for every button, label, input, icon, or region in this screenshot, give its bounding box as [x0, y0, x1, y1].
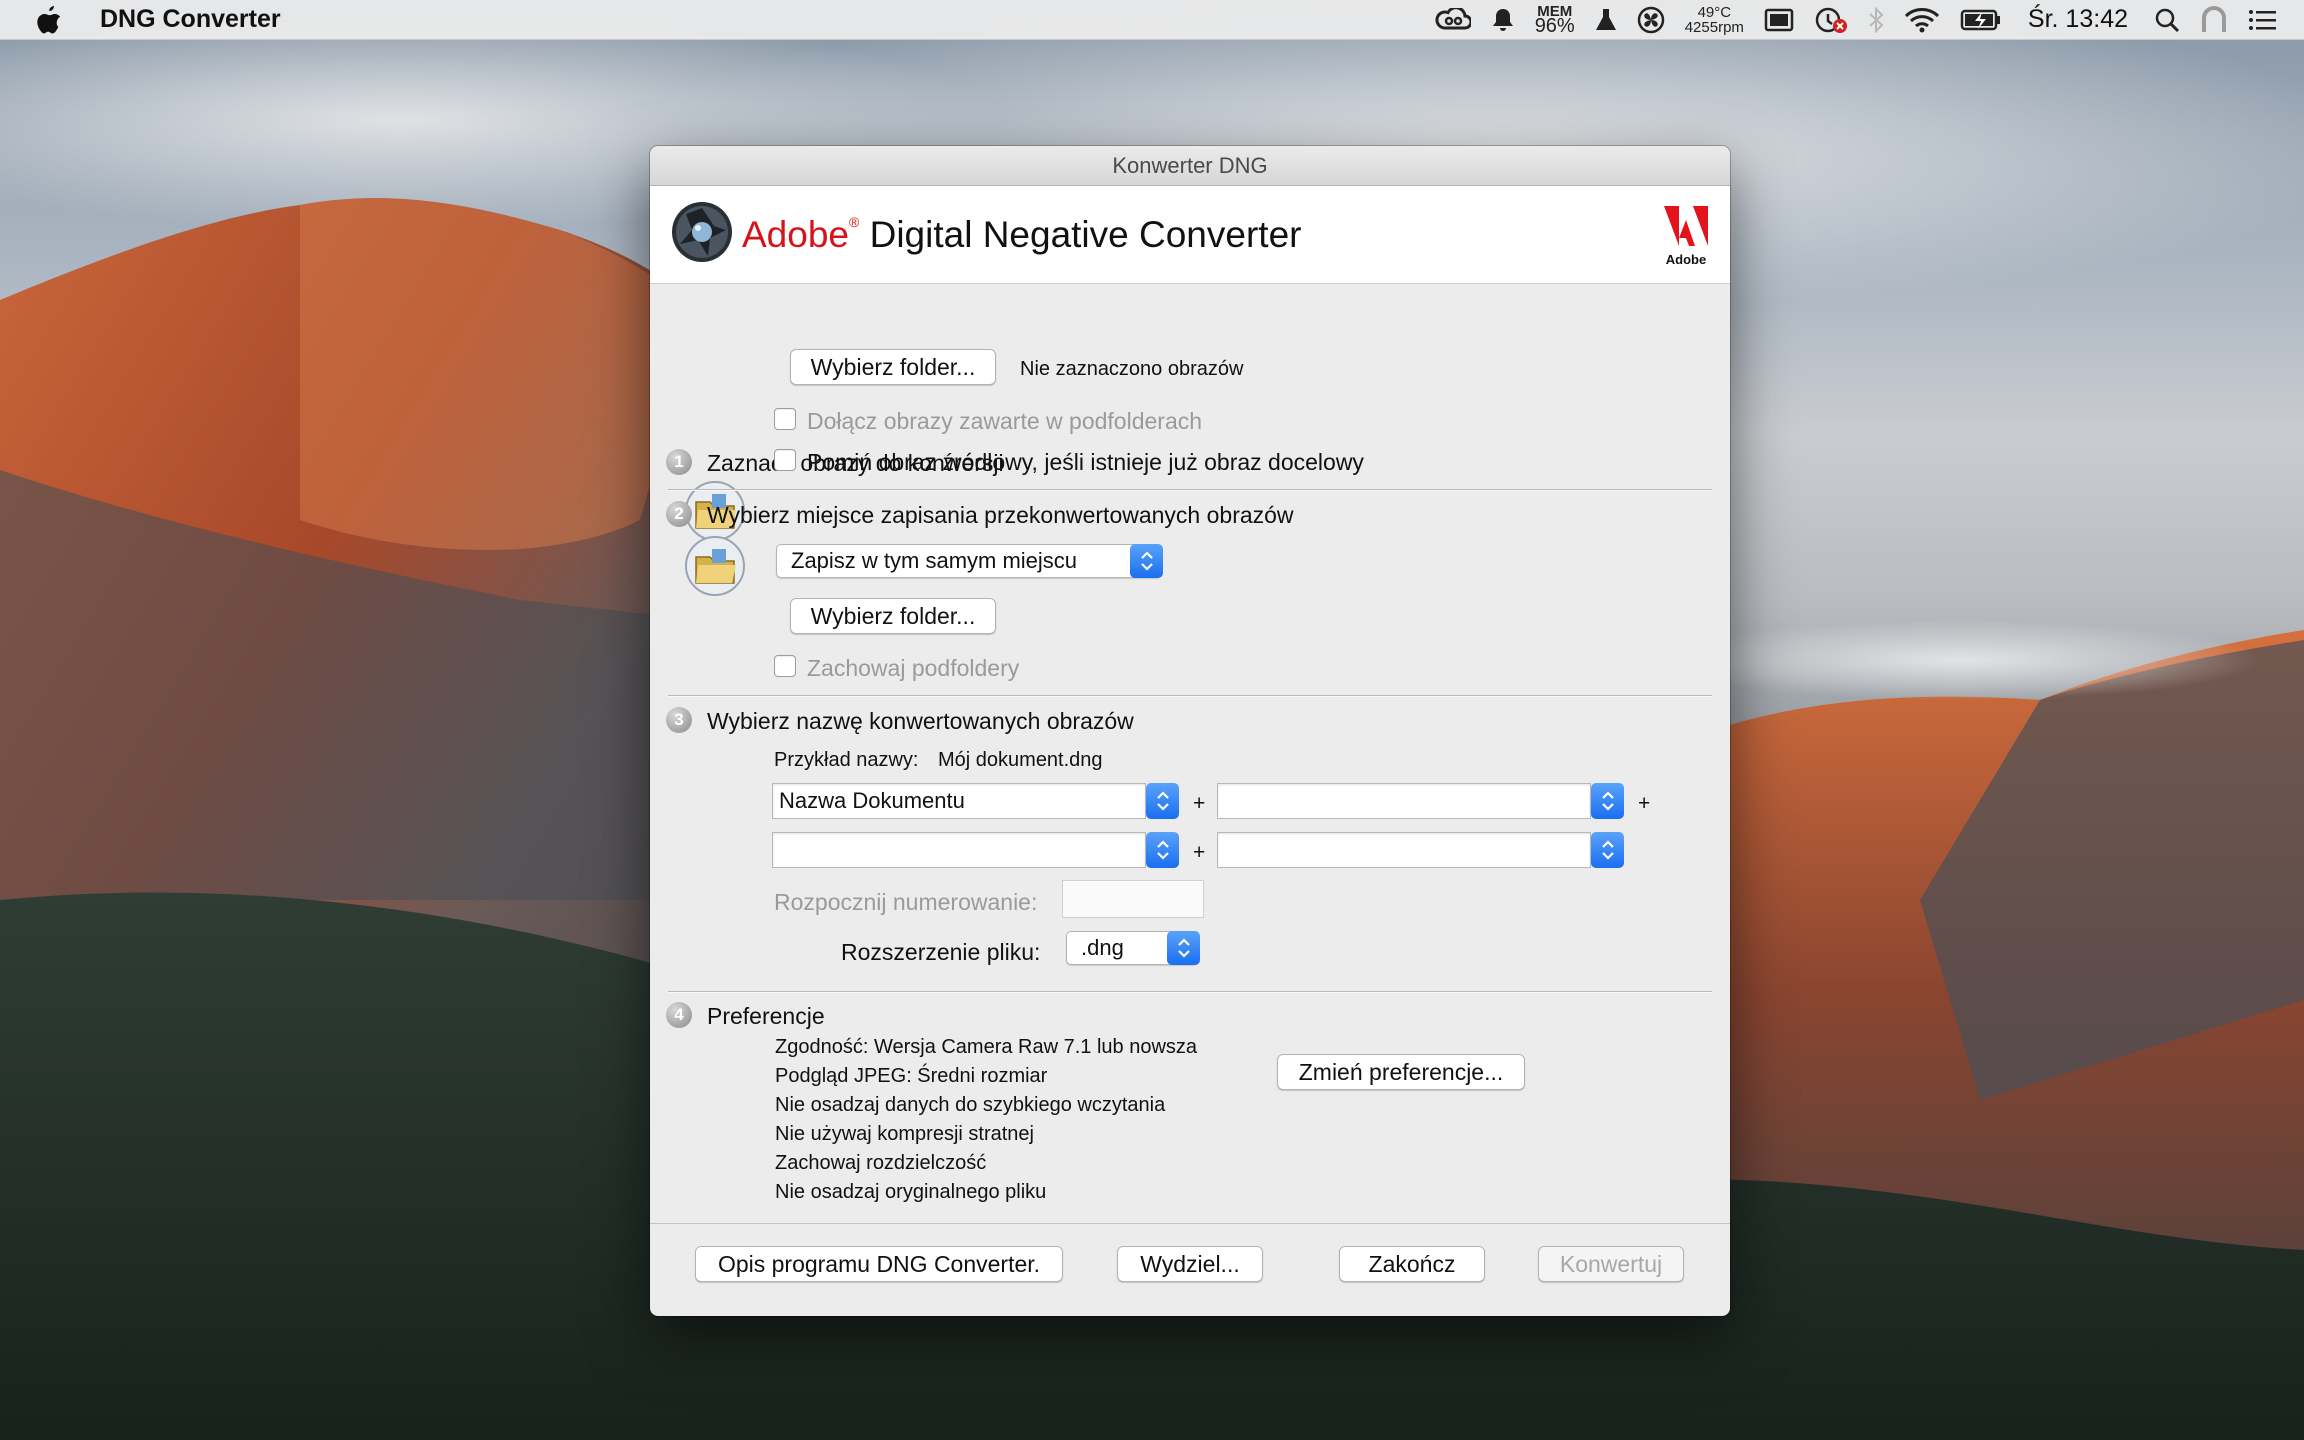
include-subfolders-label: Dołącz obrazy zawarte w podfolderach	[807, 408, 1203, 434]
pref-resolution: Zachowaj rozdzielczość	[775, 1152, 987, 1174]
memory-monitor[interactable]: MEM 96%	[1534, 4, 1575, 37]
apple-menu-icon[interactable]	[36, 5, 70, 35]
section-divider-3	[668, 991, 1712, 993]
wifi-icon[interactable]	[1904, 4, 1940, 36]
start-numbering-label: Rozpocznij numerowanie:	[774, 889, 1038, 915]
name-part-3-field[interactable]	[772, 832, 1146, 868]
file-extension-label: Rozszerzenie pliku:	[841, 939, 1041, 965]
source-status-text: Nie zaznaczono obrazów	[1020, 358, 1244, 380]
plus-sign-3: +	[1193, 841, 1206, 864]
preferences-summary: Zgodność: Wersja Camera Raw 7.1 lub nows…	[775, 1033, 1197, 1207]
footer-divider	[650, 1223, 1730, 1224]
about-dng-converter-button[interactable]: Opis programu DNG Converter.	[695, 1246, 1063, 1282]
adobe-logo-label: Adobe	[1665, 252, 1707, 267]
name-part-3-stepper-icon[interactable]	[1146, 832, 1179, 868]
pref-compatibility: Zgodność: Wersja Camera Raw 7.1 lub nows…	[775, 1036, 1198, 1058]
change-preferences-button[interactable]: Zmień preferencje...	[1277, 1054, 1525, 1090]
pref-lossy-compression: Nie używaj kompresji stratnej	[775, 1123, 1034, 1145]
fan-icon[interactable]	[1637, 4, 1665, 36]
pref-embed-original: Nie osadzaj oryginalnego pliku	[775, 1181, 1047, 1203]
destination-folder-icon	[684, 535, 746, 597]
dng-converter-window: Konwerter DNG Adobe® Digital Negative Co…	[650, 146, 1730, 1316]
adobe-logo-icon	[1664, 206, 1708, 246]
extract-button[interactable]: Wydziel...	[1117, 1246, 1263, 1282]
plus-sign-2: +	[1638, 792, 1651, 815]
name-part-2-field[interactable]	[1217, 783, 1591, 819]
section-4-title: Preferencje	[707, 1003, 825, 1029]
notification-bell-icon[interactable]	[1491, 4, 1515, 36]
section-1-number: 1	[666, 449, 692, 475]
plus-sign-1: +	[1193, 792, 1206, 815]
source-choose-folder-button[interactable]: Wybierz folder...	[790, 349, 996, 385]
banner-adobe-word: Adobe	[742, 214, 849, 255]
spotlight-search-icon[interactable]	[2154, 4, 2180, 36]
time-machine-icon[interactable]	[1814, 4, 1848, 36]
adobe-logo: Adobe	[1664, 206, 1708, 267]
flask-icon[interactable]	[1595, 4, 1617, 36]
file-extension-value: .dng	[1081, 935, 1124, 960]
user-account-icon[interactable]	[2200, 4, 2228, 36]
mem-value: 96%	[1534, 15, 1575, 37]
dng-aperture-logo-icon	[670, 200, 734, 269]
save-location-stepper-icon[interactable]	[1130, 544, 1163, 578]
name-part-1-value: Nazwa Dokumentu	[779, 788, 965, 813]
menu-clock[interactable]: Śr. 13:42	[2028, 5, 2128, 34]
display-icon[interactable]	[1764, 4, 1794, 36]
window-title[interactable]: Konwerter DNG	[650, 146, 1730, 186]
pref-fast-load-data: Nie osadzaj danych do szybkiego wczytani…	[775, 1094, 1166, 1116]
app-banner: Adobe® Digital Negative Converter Adobe	[650, 186, 1730, 284]
start-numbering-field[interactable]	[1062, 880, 1204, 918]
section-divider-2	[668, 695, 1712, 697]
example-name-value: Mój dokument.dng	[938, 749, 1103, 771]
skip-source-label: Pomiń obraz źródłowy, jeśli istnieje już…	[807, 449, 1364, 475]
name-part-4-field[interactable]	[1217, 832, 1591, 868]
section-3-title: Wybierz nazwę konwertowanych obrazów	[707, 708, 1134, 734]
keep-subfolders-checkbox[interactable]	[774, 655, 796, 677]
banner-product-name: Digital Negative Converter	[859, 214, 1302, 255]
name-part-4-stepper-icon[interactable]	[1591, 832, 1624, 868]
bluetooth-icon[interactable]	[1868, 4, 1884, 36]
creative-cloud-icon[interactable]	[1435, 4, 1471, 36]
skip-source-checkbox[interactable]	[774, 449, 796, 471]
quit-button[interactable]: Zakończ	[1339, 1246, 1485, 1282]
include-subfolders-checkbox[interactable]	[774, 408, 796, 430]
pref-jpeg-preview: Podgląd JPEG: Średni rozmiar	[775, 1065, 1048, 1087]
name-part-1-stepper-icon[interactable]	[1146, 783, 1179, 819]
destination-choose-folder-button[interactable]: Wybierz folder...	[790, 598, 996, 634]
name-part-2-stepper-icon[interactable]	[1591, 783, 1624, 819]
keep-subfolders-label: Zachowaj podfoldery	[807, 655, 1020, 681]
save-location-value: Zapisz w tym samym miejscu	[791, 548, 1078, 573]
save-location-select[interactable]: Zapisz w tym samym miejscu	[776, 544, 1162, 578]
battery-icon[interactable]	[1960, 4, 2002, 36]
name-part-1-field[interactable]: Nazwa Dokumentu	[772, 783, 1146, 819]
status-area: MEM 96% 49°C 4255rpm Śr. 13:42	[1435, 4, 2278, 36]
notification-center-icon[interactable]	[2248, 4, 2278, 36]
convert-button[interactable]: Konwertuj	[1538, 1246, 1684, 1282]
menu-bar: DNG Converter MEM 96% 49°C 4255rpm Śr. 1…	[0, 0, 2304, 40]
section-2-number: 2	[666, 501, 692, 527]
example-name-label: Przykład nazwy:	[774, 749, 919, 771]
banner-title: Adobe® Digital Negative Converter	[742, 214, 1301, 256]
temperature-monitor[interactable]: 49°C 4255rpm	[1685, 5, 1744, 35]
section-4-number: 4	[666, 1002, 692, 1028]
section-2-title: Wybierz miejsce zapisania przekonwertowa…	[707, 502, 1294, 528]
section-divider-1	[668, 489, 1712, 491]
section-3-number: 3	[666, 707, 692, 733]
file-extension-stepper-icon[interactable]	[1167, 931, 1200, 965]
fan-speed-value: 4255rpm	[1684, 18, 1744, 36]
app-name-menu[interactable]: DNG Converter	[100, 5, 281, 34]
registered-mark: ®	[849, 214, 860, 230]
